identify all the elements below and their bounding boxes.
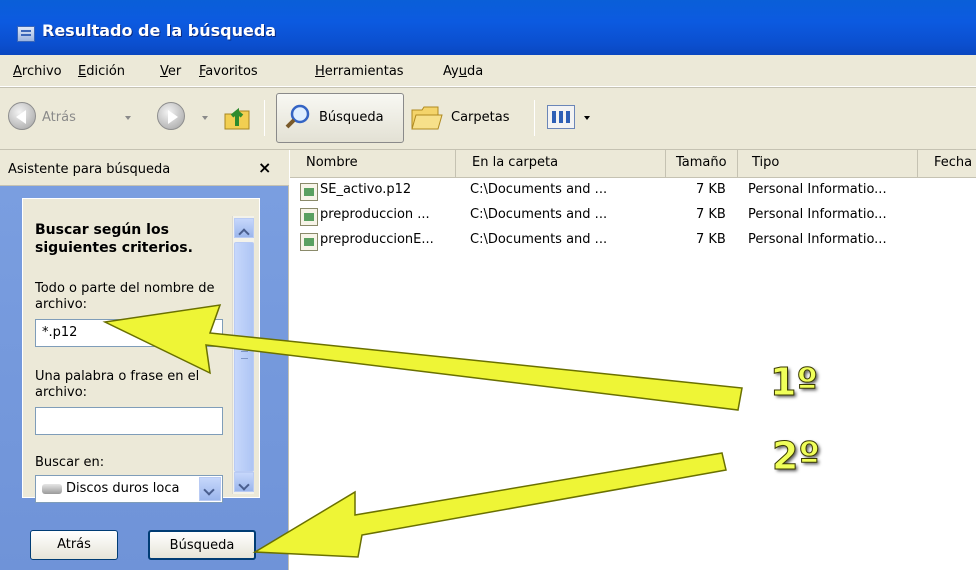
arrow-1 [102,304,743,411]
step-2-label: 2º [772,434,821,479]
annotation-arrows [102,304,743,558]
step-1-label: 1º [770,360,819,405]
arrow-2 [252,452,727,558]
